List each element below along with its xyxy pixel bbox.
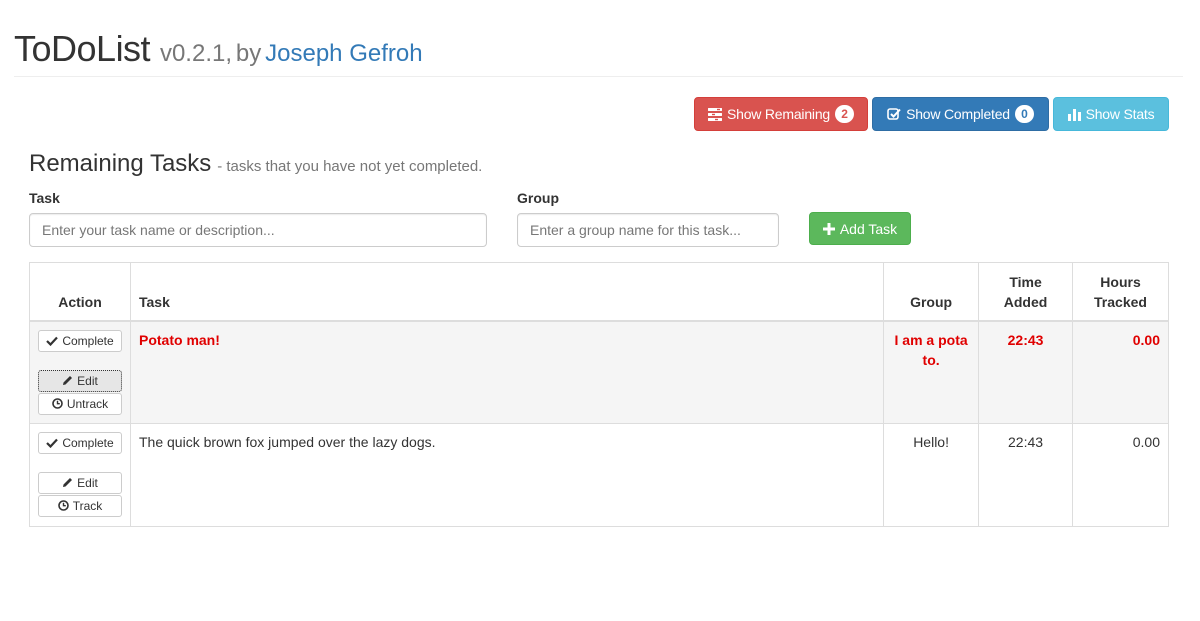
time-added-cell: 22:43 bbox=[978, 422, 1074, 527]
task-field-label: Task bbox=[29, 190, 60, 206]
table-row: Complete Edit Track The quick brown fox … bbox=[29, 422, 1169, 527]
group-text-line1: I am a pota bbox=[894, 331, 968, 348]
edit-button[interactable]: Edit bbox=[38, 471, 122, 494]
table-header-row: Action Task Group Time Added Hours Track… bbox=[29, 262, 1169, 322]
table-row: Complete Edit Untrack Potato man! I am a… bbox=[29, 320, 1169, 424]
show-stats-label: Show Stats bbox=[1085, 106, 1155, 122]
tasks-icon bbox=[707, 107, 722, 121]
remaining-count-badge: 2 bbox=[835, 105, 855, 123]
section-title: Remaining Tasks bbox=[29, 150, 212, 177]
view-toolbar: Show Remaining 2 Show Completed 0 Show S… bbox=[694, 97, 1169, 131]
header-time-added-line2: Added bbox=[1003, 293, 1048, 310]
group-text-line1: Hello! bbox=[913, 433, 949, 450]
header-task: Task bbox=[129, 262, 885, 322]
group-text-line2: to. bbox=[922, 351, 940, 368]
track-label: Untrack bbox=[66, 396, 109, 411]
header-time-added-line1: Time bbox=[1009, 273, 1042, 290]
show-remaining-button[interactable]: Show Remaining 2 bbox=[694, 97, 868, 131]
header-time-added: Time Added bbox=[978, 262, 1074, 322]
track-label: Track bbox=[72, 498, 103, 513]
complete-button[interactable]: Complete bbox=[38, 431, 122, 454]
edit-label: Edit bbox=[77, 373, 98, 388]
group-cell: I am a pota to. bbox=[883, 320, 980, 424]
task-cell: Potato man! bbox=[129, 320, 885, 424]
complete-button[interactable]: Complete bbox=[38, 329, 122, 352]
pencil-icon bbox=[62, 477, 73, 488]
checkmark-icon bbox=[46, 438, 59, 448]
action-cell: Complete Edit Untrack bbox=[29, 320, 131, 424]
track-button[interactable]: Track bbox=[38, 494, 122, 517]
completed-count-badge: 0 bbox=[1014, 105, 1034, 123]
task-cell: The quick brown fox jumped over the lazy… bbox=[129, 422, 885, 527]
app-title: ToDoList bbox=[14, 28, 151, 69]
page-header: ToDoList v0.2.1, by Joseph Gefroh bbox=[14, 28, 1183, 77]
add-task-label: Add Task bbox=[839, 220, 898, 237]
action-cell: Complete Edit Track bbox=[29, 422, 131, 527]
bar-chart-icon bbox=[1067, 108, 1081, 121]
edit-label: Edit bbox=[77, 475, 98, 490]
complete-label: Complete bbox=[62, 435, 114, 450]
group-cell: Hello! bbox=[883, 422, 980, 527]
header-action: Action bbox=[29, 262, 131, 322]
pencil-icon bbox=[62, 375, 73, 386]
header-hours-tracked-line1: Hours bbox=[1100, 273, 1141, 290]
section-subtitle: - tasks that you have not yet completed. bbox=[217, 158, 483, 175]
group-input[interactable] bbox=[517, 213, 779, 247]
app-version: v0.2.1, bbox=[159, 40, 232, 67]
complete-label: Complete bbox=[62, 333, 114, 348]
check-square-icon bbox=[887, 107, 901, 121]
hours-tracked-cell: 0.00 bbox=[1072, 320, 1169, 424]
checkmark-icon bbox=[46, 336, 59, 346]
show-remaining-label: Show Remaining bbox=[726, 106, 831, 122]
section-heading: Remaining Tasks - tasks that you have no… bbox=[29, 150, 482, 178]
hours-tracked-cell: 0.00 bbox=[1072, 422, 1169, 527]
app-by: by bbox=[235, 40, 262, 67]
show-completed-label: Show Completed bbox=[906, 106, 1010, 122]
show-stats-button[interactable]: Show Stats bbox=[1053, 97, 1169, 131]
clock-icon bbox=[52, 398, 63, 409]
header-hours-tracked: Hours Tracked bbox=[1072, 262, 1169, 322]
edit-button[interactable]: Edit bbox=[38, 369, 122, 392]
author-link[interactable]: Joseph Gefroh bbox=[265, 40, 422, 67]
clock-icon bbox=[57, 500, 69, 511]
header-hours-tracked-line2: Tracked bbox=[1094, 293, 1147, 310]
plus-icon bbox=[822, 222, 835, 235]
tasks-table: Action Task Group Time Added Hours Track… bbox=[29, 262, 1169, 527]
time-added-cell: 22:43 bbox=[978, 320, 1074, 424]
show-completed-button[interactable]: Show Completed 0 bbox=[872, 97, 1049, 131]
untrack-button[interactable]: Untrack bbox=[38, 392, 122, 415]
add-task-button[interactable]: Add Task bbox=[809, 212, 911, 245]
group-field-label: Group bbox=[517, 190, 559, 206]
header-group: Group bbox=[883, 262, 980, 322]
task-input[interactable] bbox=[29, 213, 487, 247]
